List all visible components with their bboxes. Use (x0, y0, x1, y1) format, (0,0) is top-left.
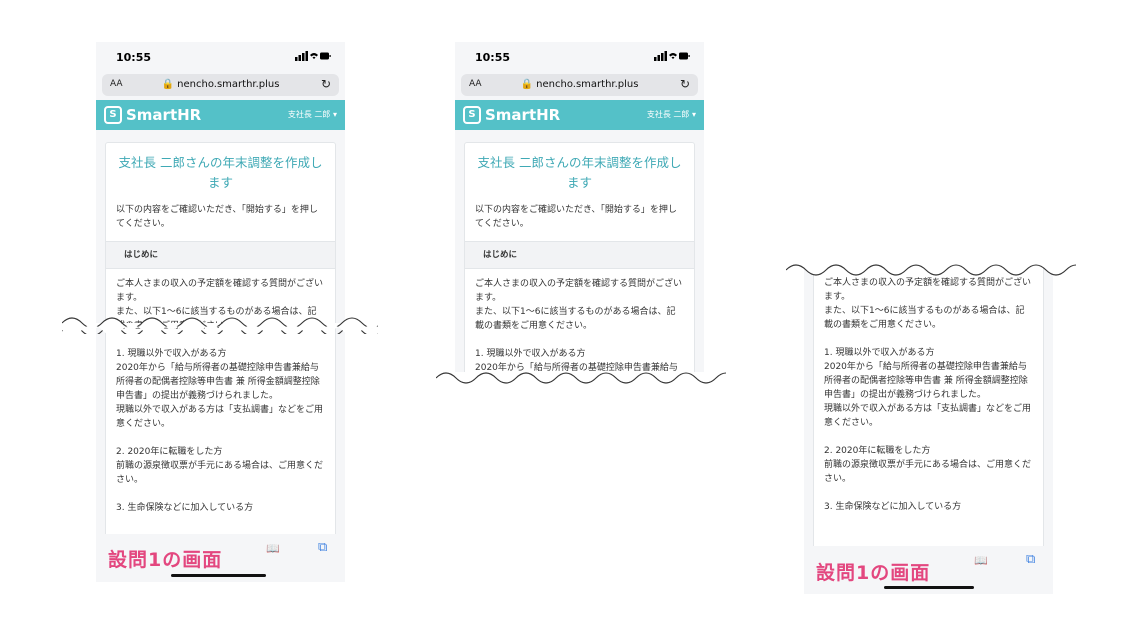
item-heading: 2. 2020年に転職をした方 (116, 447, 223, 457)
tabs-icon[interactable]: ⧉ (1026, 552, 1035, 567)
torn-wave (786, 262, 1076, 276)
item-body: 現職以外で収入がある方は「支払調書」などをご用意ください。 (116, 405, 324, 429)
section-header: はじめに (106, 241, 335, 269)
item-body: 前職の源泉徴収票が手元にある場合は、ご用意ください。 (116, 461, 324, 485)
status-bar: 10:55 (96, 42, 345, 70)
reload-icon[interactable]: ↻ (321, 77, 331, 91)
lock-icon: 🔒 (161, 79, 174, 90)
reload-icon[interactable]: ↻ (680, 77, 690, 91)
smarthr-logo[interactable]: S SmartHR (463, 106, 560, 124)
item-heading: 3. 生命保険などに加入している方 (824, 502, 962, 512)
content-card: 支社長 二郎さんの年末調整を作成します 以下の内容をご確認いただき、「開始する」… (464, 142, 695, 372)
page-title: 支社長 二郎さんの年末調整を作成します (477, 155, 682, 190)
smarthr-logo[interactable]: S SmartHR (104, 106, 201, 124)
lock-icon: 🔒 (520, 79, 533, 90)
torn-wave (436, 372, 726, 386)
url-text: 🔒 nencho.smarthr.plus (161, 79, 280, 90)
torn-wave (62, 317, 378, 334)
phone-screen-2: 10:55 AA 🔒 nencho.smarthr.plus ↻ S SmartH… (455, 42, 704, 372)
intro-text: 以下の内容をご確認いただき、「開始する」を押してください。 (475, 205, 677, 229)
section-header: はじめに (465, 241, 694, 269)
url-text: 🔒 nencho.smarthr.plus (520, 79, 639, 90)
address-bar[interactable]: AA 🔒 nencho.smarthr.plus ↻ (102, 74, 339, 96)
logo-mark-icon: S (463, 106, 481, 124)
home-indicator (171, 574, 266, 577)
screen-caption: 設問1の画面 (108, 549, 223, 571)
bookmarks-icon[interactable]: 📖 (974, 554, 988, 567)
tabs-icon[interactable]: ⧉ (318, 540, 327, 555)
app-header: S SmartHR 支社長 二郎 ▾ (96, 100, 345, 130)
signal-wifi-battery-icon (295, 51, 331, 61)
user-menu[interactable]: 支社長 二郎 ▾ (288, 109, 337, 120)
paragraph: ご本人さまの収入の予定額を確認する質問がございます。 (116, 279, 324, 303)
item-heading: 2. 2020年に転職をした方 (824, 446, 931, 456)
app-header: S SmartHR 支社長 二郎 ▾ (455, 100, 704, 130)
home-indicator (884, 586, 974, 589)
signal-wifi-battery-icon (654, 51, 690, 61)
phone-screen-3: ご本人さまの収入の予定額を確認する質問がございます。 また、以下1〜6に該当する… (804, 262, 1053, 594)
item-heading: 1. 現職以外で収入がある方 (824, 348, 935, 358)
item-body: 2020年から「給与所得者の基礎控除申告書兼給与所得者の配偶者控除等申告書 兼 … (824, 362, 1028, 400)
item-heading: 1. 現職以外で収入がある方 (116, 349, 227, 359)
user-menu[interactable]: 支社長 二郎 ▾ (647, 109, 696, 120)
content-card: ご本人さまの収入の予定額を確認する質問がございます。 また、以下1〜6に該当する… (813, 262, 1044, 551)
paragraph: また、以下1〜6に該当するものがある場合は、記載の書類をご用意ください。 (475, 307, 676, 331)
item-heading: 3. 生命保険などに加入している方 (116, 503, 254, 513)
paragraph: ご本人さまの収入の予定額を確認する質問がございます。 (475, 279, 683, 303)
page-title: 支社長 二郎さんの年末調整を作成します (118, 155, 323, 190)
content-card: 支社長 二郎さんの年末調整を作成します 以下の内容をご確認いただき、「開始する」… (105, 142, 336, 582)
item-heading: 1. 現職以外で収入がある方 (475, 349, 586, 359)
bookmarks-icon[interactable]: 📖 (266, 542, 280, 555)
paragraph: また、以下1〜6に該当するものがある場合は、記載の書類をご用意ください。 (824, 306, 1025, 330)
item-body: 現職以外で収入がある方は「支払調書」などをご用意ください。 (824, 404, 1032, 428)
screen-caption: 設問1の画面 (816, 562, 931, 584)
item-body: 前職の源泉徴収票が手元にある場合は、ご用意ください。 (824, 460, 1032, 484)
intro-text: 以下の内容をご確認いただき、「開始する」を押してください。 (116, 205, 318, 229)
logo-mark-icon: S (104, 106, 122, 124)
item-body: 2020年から「給与所得者の基礎控除申告書兼給与所得者の配偶者控除等申告書 兼 … (116, 363, 320, 401)
address-bar[interactable]: AA 🔒 nencho.smarthr.plus ↻ (461, 74, 698, 96)
status-time: 10:55 (475, 51, 511, 64)
status-time: 10:55 (116, 51, 152, 64)
status-bar: 10:55 (455, 42, 704, 70)
